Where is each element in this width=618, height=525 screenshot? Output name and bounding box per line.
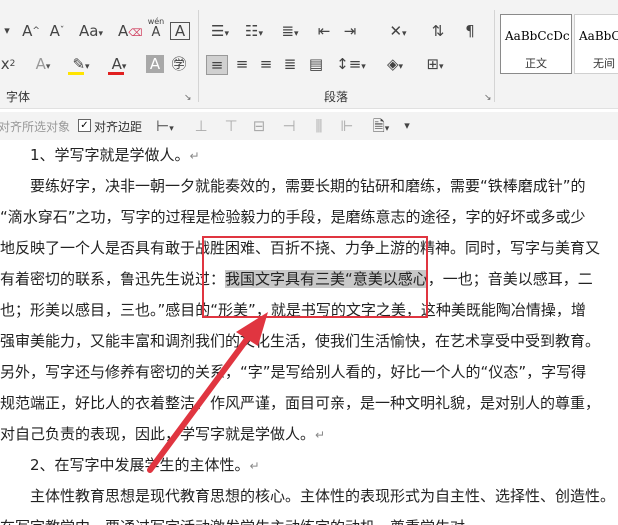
annotation-arrow-icon: [147, 312, 268, 473]
